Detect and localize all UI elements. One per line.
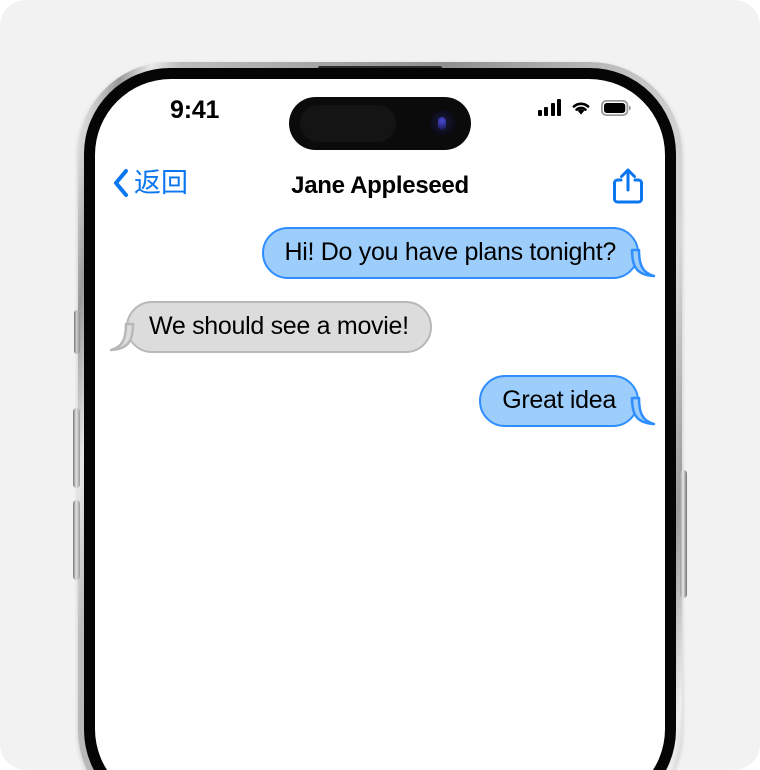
cellular-signal-icon xyxy=(537,99,561,116)
message-bubble-sent[interactable]: Great idea xyxy=(479,375,656,427)
navigation-bar: 返回 Jane Appleseed xyxy=(95,164,665,222)
power-button[interactable] xyxy=(680,470,687,598)
battery-icon xyxy=(601,99,631,116)
phone-screen: 9:41 返回 Jane Appleseed Hi! Do you have p… xyxy=(95,79,665,770)
silent-switch[interactable] xyxy=(74,310,80,354)
page-root: 9:41 返回 Jane Appleseed Hi! Do you have p… xyxy=(0,0,760,770)
dynamic-island[interactable] xyxy=(289,97,471,150)
front-camera-icon xyxy=(429,110,456,137)
bubble-tail-icon xyxy=(630,248,656,278)
message-bubble-sent[interactable]: Hi! Do you have plans tonight? xyxy=(261,227,656,279)
message-list: Hi! Do you have plans tonight? We should… xyxy=(95,227,665,770)
message-text: We should see a movie! xyxy=(149,312,409,340)
status-bar-indicators xyxy=(537,99,632,116)
wifi-icon xyxy=(572,102,590,115)
message-row: Hi! Do you have plans tonight? xyxy=(95,227,665,279)
message-text: Hi! Do you have plans tonight? xyxy=(284,238,617,266)
message-bubble-received[interactable]: We should see a movie! xyxy=(109,301,432,353)
status-bar: 9:41 xyxy=(95,79,665,150)
page-title: Jane Appleseed xyxy=(291,172,469,199)
message-row: We should see a movie! xyxy=(95,301,665,353)
bubble-tail-icon xyxy=(630,396,656,426)
island-sensor-pill xyxy=(300,105,396,142)
status-bar-time: 9:41 xyxy=(170,96,220,124)
share-icon[interactable] xyxy=(611,167,645,205)
volume-up-button[interactable] xyxy=(73,408,80,488)
bubble-tail-icon xyxy=(109,322,135,352)
message-row: Great idea xyxy=(95,375,665,427)
volume-down-button[interactable] xyxy=(73,500,80,580)
message-text: Great idea xyxy=(502,386,616,414)
